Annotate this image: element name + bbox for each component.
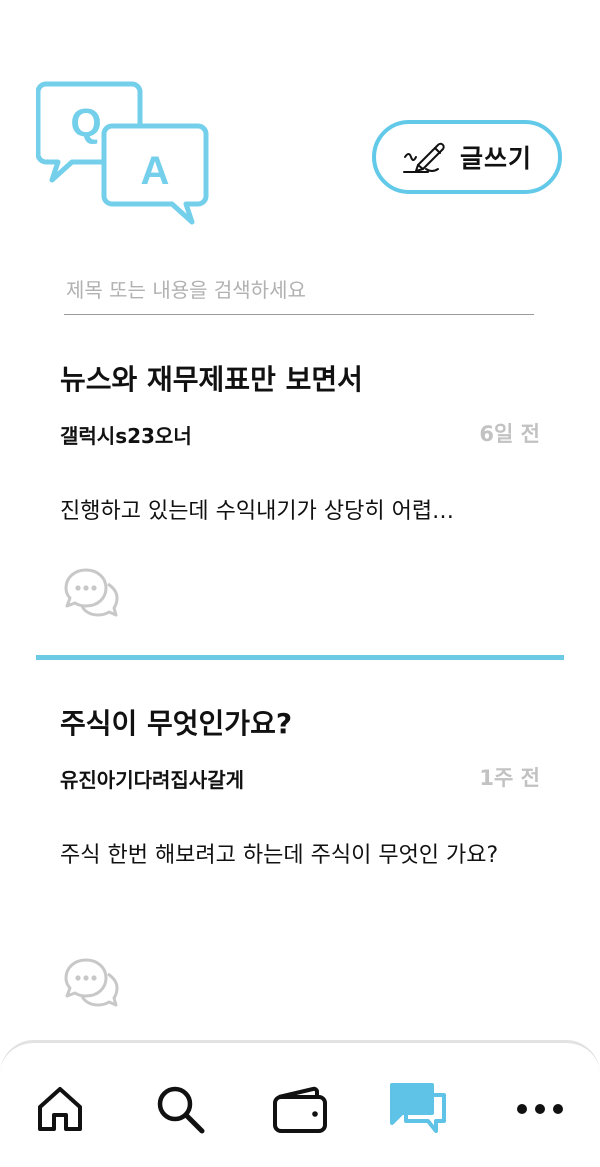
post-card[interactable]: 주식이 무엇인가요? 유진아기다려집사갈게 1주 전 주식 한번 해보려고 하는… [0, 684, 600, 1024]
comment-bubbles-icon[interactable] [64, 566, 120, 618]
write-post-button[interactable]: 글쓰기 [372, 120, 562, 194]
search-bar [64, 270, 536, 315]
tab-search[interactable] [150, 1079, 210, 1139]
post-title: 뉴스와 재무제표만 보면서 [60, 363, 363, 396]
post-author: 유진아기다려집사갈게 [60, 768, 244, 792]
home-icon [38, 1087, 82, 1131]
more-dots-icon [517, 1104, 563, 1114]
qa-logo: Q A [35, 78, 212, 228]
post-body: 주식 한번 해보려고 하는데 주식이 무엇인 가요? [60, 843, 499, 868]
bottom-tab-bar [0, 1040, 600, 1167]
comment-bubbles-icon[interactable] [64, 956, 120, 1008]
search-input[interactable] [64, 270, 536, 310]
logo-letter-a: A [141, 149, 170, 193]
wallet-icon [273, 1086, 327, 1133]
post-time: 1주 전 [479, 766, 540, 790]
post-author: 갤럭시s23오너 [60, 424, 192, 448]
tab-wallet[interactable] [270, 1079, 330, 1139]
post-divider [36, 655, 564, 660]
tab-more[interactable] [510, 1079, 570, 1139]
write-button-label: 글쓰기 [459, 144, 532, 173]
qa-bubbles-icon: Q A [35, 81, 209, 225]
post-title: 주식이 무엇인가요? [60, 707, 293, 740]
tab-home[interactable] [30, 1079, 90, 1139]
post-time: 6일 전 [479, 422, 540, 446]
logo-letter-q: Q [70, 101, 101, 145]
post-body: 진행하고 있는데 수익내기가 상당히 어렵… [60, 499, 455, 524]
tab-community[interactable] [388, 1079, 448, 1139]
pen-writing-icon [402, 142, 445, 173]
search-icon [157, 1086, 205, 1134]
chat-icon [390, 1083, 446, 1133]
post-card[interactable]: 뉴스와 재무제표만 보면서 갤럭시s23오너 6일 전 진행하고 있는데 수익내… [0, 340, 600, 640]
